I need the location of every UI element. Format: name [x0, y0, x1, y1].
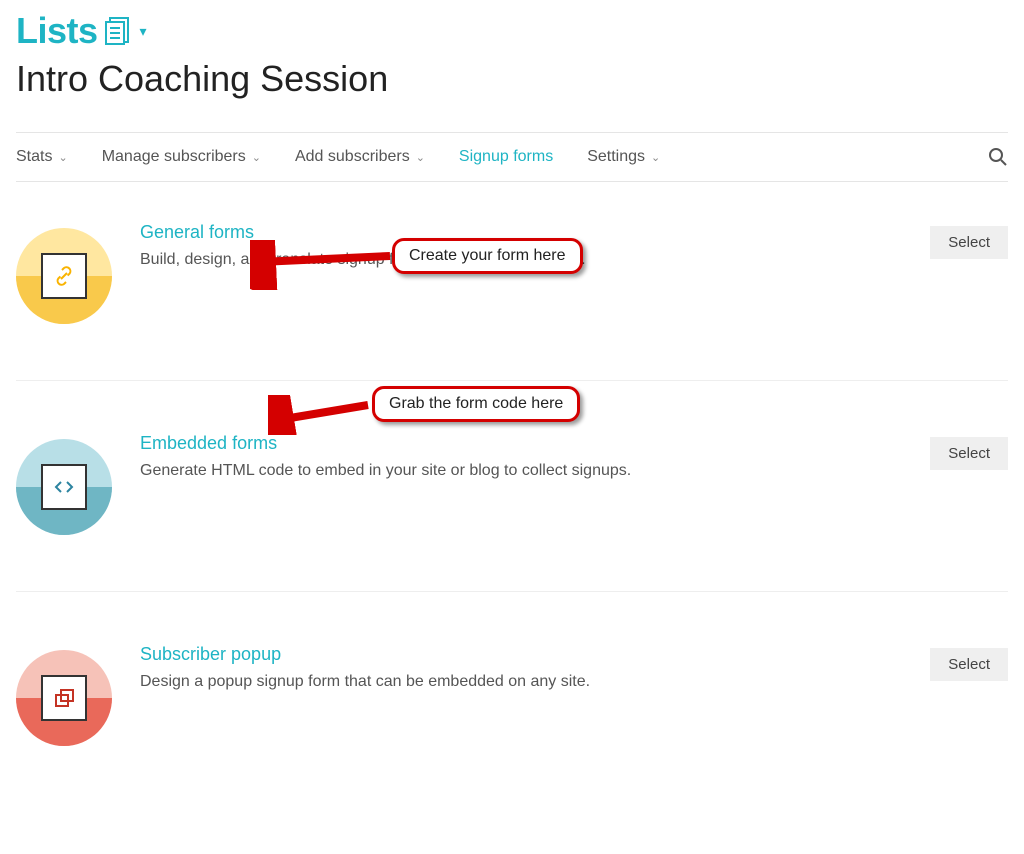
breadcrumb: Lists ▾	[16, 10, 1008, 52]
tab-stats[interactable]: Stats ⌄	[16, 148, 68, 166]
tab-manage-subscribers[interactable]: Manage subscribers ⌄	[102, 148, 261, 166]
tab-label: Settings	[587, 148, 645, 166]
tab-label: Manage subscribers	[102, 148, 246, 166]
tab-signup-forms[interactable]: Signup forms	[459, 148, 553, 166]
option-embedded-forms: Embedded forms Generate HTML code to emb…	[16, 433, 1008, 592]
option-description: Build, design, and translate signup form…	[140, 249, 902, 271]
tab-settings[interactable]: Settings ⌄	[587, 148, 660, 166]
chevron-down-icon: ⌄	[416, 151, 425, 164]
option-description: Design a popup signup form that can be e…	[140, 671, 902, 693]
link-icon	[16, 228, 112, 324]
option-description: Generate HTML code to embed in your site…	[140, 460, 902, 482]
lists-icon	[104, 16, 132, 46]
chevron-down-icon: ⌄	[651, 151, 660, 164]
select-button[interactable]: Select	[930, 648, 1008, 681]
search-icon[interactable]	[988, 147, 1008, 167]
breadcrumb-lists-link[interactable]: Lists	[16, 10, 98, 52]
option-general-forms: General forms Build, design, and transla…	[16, 222, 1008, 381]
option-title-link[interactable]: General forms	[140, 222, 254, 243]
form-options-list: General forms Build, design, and transla…	[16, 222, 1008, 802]
page-title: Intro Coaching Session	[16, 58, 1008, 100]
chevron-down-icon: ⌄	[58, 151, 67, 164]
chevron-down-icon: ⌄	[252, 151, 261, 164]
tabbar: Stats ⌄ Manage subscribers ⌄ Add subscri…	[16, 132, 1008, 182]
popup-icon	[16, 650, 112, 746]
option-title-link[interactable]: Subscriber popup	[140, 644, 281, 665]
select-button[interactable]: Select	[930, 437, 1008, 470]
code-icon	[16, 439, 112, 535]
tab-label: Stats	[16, 148, 52, 166]
select-button[interactable]: Select	[930, 226, 1008, 259]
tab-add-subscribers[interactable]: Add subscribers ⌄	[295, 148, 425, 166]
tab-label: Signup forms	[459, 148, 553, 166]
option-subscriber-popup: Subscriber popup Design a popup signup f…	[16, 644, 1008, 802]
chevron-down-icon[interactable]: ▾	[140, 23, 147, 40]
tab-label: Add subscribers	[295, 148, 410, 166]
option-title-link[interactable]: Embedded forms	[140, 433, 277, 454]
